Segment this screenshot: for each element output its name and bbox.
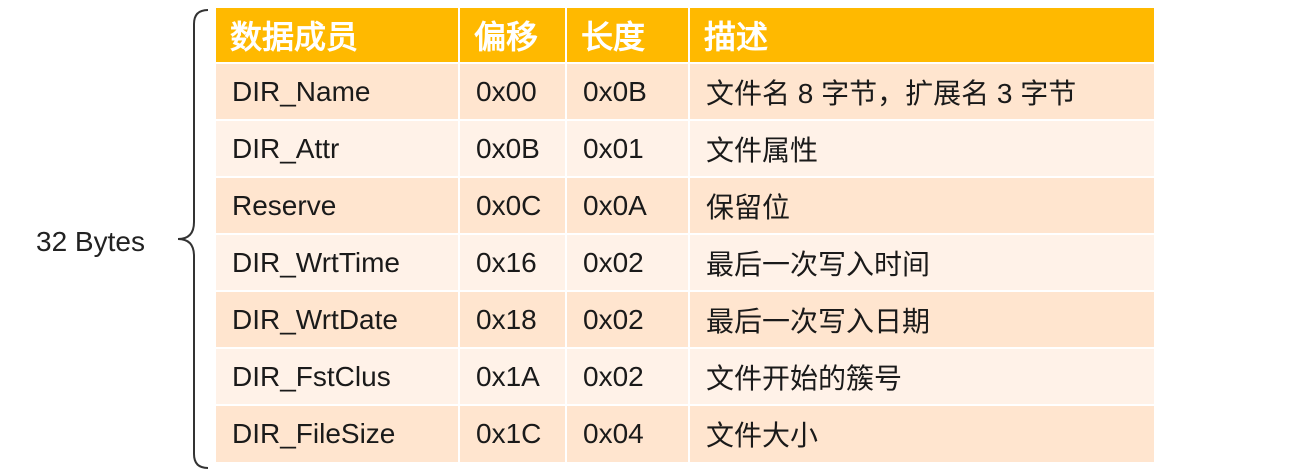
header-offset: 偏移 — [459, 8, 567, 63]
cell-length: 0x04 — [566, 404, 690, 462]
size-label: 32 Bytes — [36, 226, 145, 257]
cell-description: 最后一次写入日期 — [689, 290, 1154, 348]
cell-offset: 0x1A — [459, 347, 567, 405]
slide: 32 Bytes 数据成员 偏移 长度 描述 DIR_Name 0x00 0x0… — [0, 0, 1302, 474]
cell-member: DIR_WrtTime — [216, 233, 460, 291]
table-row: DIR_Attr 0x0B 0x01 文件属性 — [216, 119, 1154, 177]
cell-description: 文件属性 — [689, 119, 1154, 177]
cell-offset: 0x16 — [459, 233, 567, 291]
table-row: DIR_FileSize 0x1C 0x04 文件大小 — [216, 404, 1154, 462]
curly-brace-icon — [177, 9, 209, 469]
cell-length: 0x02 — [566, 290, 690, 348]
cell-description: 文件开始的簇号 — [689, 347, 1154, 405]
table-row: Reserve 0x0C 0x0A 保留位 — [216, 176, 1154, 234]
cell-member: DIR_Attr — [216, 119, 460, 177]
cell-member: DIR_WrtDate — [216, 290, 460, 348]
cell-member: DIR_FileSize — [216, 404, 460, 462]
table-row: DIR_WrtTime 0x16 0x02 最后一次写入时间 — [216, 233, 1154, 291]
cell-description: 文件名 8 字节，扩展名 3 字节 — [689, 62, 1154, 120]
table-row: DIR_Name 0x00 0x0B 文件名 8 字节，扩展名 3 字节 — [216, 62, 1154, 120]
directory-entry-table: 数据成员 偏移 长度 描述 DIR_Name 0x00 0x0B 文件名 8 字… — [216, 8, 1154, 462]
cell-offset: 0x00 — [459, 62, 567, 120]
table-row: DIR_FstClus 0x1A 0x02 文件开始的簇号 — [216, 347, 1154, 405]
cell-description: 最后一次写入时间 — [689, 233, 1154, 291]
cell-description: 保留位 — [689, 176, 1154, 234]
table-row: DIR_WrtDate 0x18 0x02 最后一次写入日期 — [216, 290, 1154, 348]
cell-offset: 0x18 — [459, 290, 567, 348]
cell-length: 0x0A — [566, 176, 690, 234]
header-description: 描述 — [689, 8, 1154, 63]
header-length: 长度 — [566, 8, 690, 63]
header-member: 数据成员 — [216, 8, 460, 63]
cell-member: DIR_FstClus — [216, 347, 460, 405]
directory-entry-table-container: 数据成员 偏移 长度 描述 DIR_Name 0x00 0x0B 文件名 8 字… — [216, 8, 1154, 462]
cell-offset: 0x1C — [459, 404, 567, 462]
cell-member: DIR_Name — [216, 62, 460, 120]
cell-length: 0x01 — [566, 119, 690, 177]
cell-length: 0x0B — [566, 62, 690, 120]
cell-member: Reserve — [216, 176, 460, 234]
table-header-row: 数据成员 偏移 长度 描述 — [216, 8, 1154, 63]
cell-length: 0x02 — [566, 233, 690, 291]
cell-length: 0x02 — [566, 347, 690, 405]
cell-description: 文件大小 — [689, 404, 1154, 462]
cell-offset: 0x0C — [459, 176, 567, 234]
cell-offset: 0x0B — [459, 119, 567, 177]
